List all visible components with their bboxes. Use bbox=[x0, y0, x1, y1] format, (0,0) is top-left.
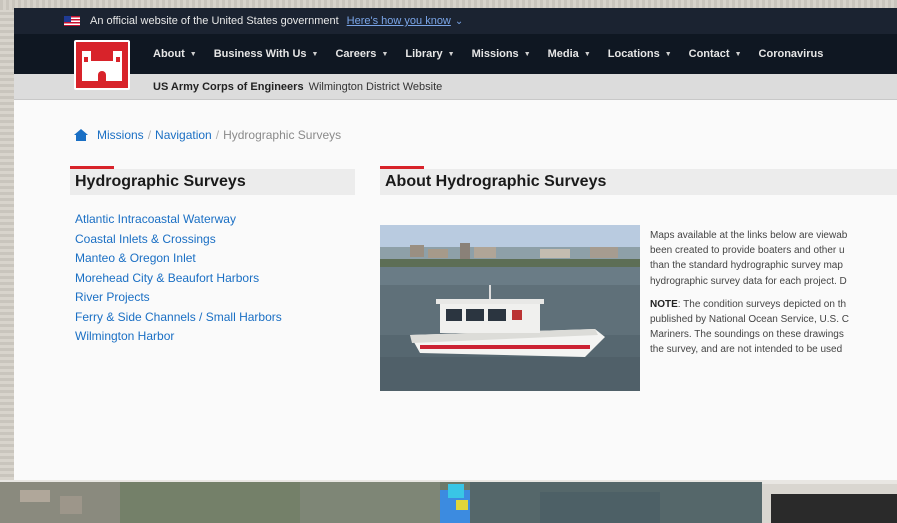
official-gov-banner: An official website of the United States… bbox=[14, 8, 897, 34]
site-identity-bar: US Army Corps of Engineers Wilmington Di… bbox=[14, 74, 897, 100]
gov-banner-text: An official website of the United States… bbox=[90, 15, 339, 27]
paragraph-line: Maps available at the links below are vi… bbox=[650, 230, 848, 241]
sidebar-link[interactable]: Ferry & Side Channels / Small Harbors bbox=[75, 308, 355, 328]
sidebar-link-list: Atlantic Intracoastal Waterway Coastal In… bbox=[70, 210, 355, 347]
nav-item-contact[interactable]: Contact ▼ bbox=[689, 48, 742, 60]
main-navigation: About ▼ Business With Us ▼ Careers ▼ Library ▼ M… bbox=[14, 34, 897, 74]
nav-item-business-with-us[interactable]: Business With Us ▼ bbox=[214, 48, 319, 60]
paragraph-line: than the standard hydrographic survey ma… bbox=[650, 260, 843, 272]
nav-item-missions[interactable]: Missions ▼ bbox=[472, 48, 531, 60]
sidebar-link[interactable]: Coastal Inlets & Crossings bbox=[75, 230, 355, 250]
browser-screen: An official website of the United States… bbox=[14, 8, 897, 480]
sidebar-link[interactable]: Morehead City & Beaufort Harbors bbox=[75, 269, 355, 289]
nav-item-label: Library bbox=[405, 48, 443, 60]
paragraph-line: the survey, and are not intended to be u… bbox=[650, 344, 843, 356]
note-paragraph: NOTE: The condition surveys depicted on … bbox=[650, 297, 897, 358]
caret-down-icon: ▼ bbox=[447, 50, 455, 58]
paragraph-line: hydrographic survey data for each projec… bbox=[650, 275, 847, 287]
us-flag-icon bbox=[64, 16, 80, 26]
survey-boat-photo bbox=[380, 225, 640, 391]
breadcrumb-separator: / bbox=[215, 128, 220, 142]
nav-item-about[interactable]: About ▼ bbox=[153, 48, 197, 60]
nav-item-label: Careers bbox=[335, 48, 377, 60]
district-name[interactable]: Wilmington District Website bbox=[309, 81, 443, 93]
heres-how-you-know-link[interactable]: Here's how you know bbox=[347, 15, 451, 27]
nav-item-label: Media bbox=[547, 48, 579, 60]
survey-map-image bbox=[0, 482, 762, 523]
note-label: NOTE bbox=[650, 298, 678, 310]
nav-item-label: Coronavirus bbox=[758, 48, 824, 60]
chevron-down-icon[interactable]: ⌄ bbox=[455, 16, 463, 27]
about-paragraph: Maps available at the links below are vi… bbox=[650, 228, 897, 289]
nav-item-label: Contact bbox=[688, 48, 730, 60]
caret-down-icon: ▼ bbox=[734, 50, 742, 58]
nav-item-locations[interactable]: Locations ▼ bbox=[608, 48, 672, 60]
sidebar-link[interactable]: Wilmington Harbor bbox=[75, 327, 355, 347]
paragraph-line: published by National Ocean Service, U.S… bbox=[650, 314, 849, 326]
nav-menu: About ▼ Business With Us ▼ Careers ▼ Library ▼ M… bbox=[153, 34, 840, 74]
breadcrumb: Missions / Navigation / Hydrographic Sur… bbox=[74, 128, 341, 142]
nav-item-coronavirus[interactable]: Coronavirus bbox=[759, 48, 824, 60]
sidebar-title: Hydrographic Surveys bbox=[70, 169, 355, 195]
sidebar-link[interactable]: Atlantic Intracoastal Waterway bbox=[75, 210, 355, 230]
caret-down-icon: ▼ bbox=[664, 50, 672, 58]
caret-down-icon: ▼ bbox=[381, 50, 389, 58]
nav-item-library[interactable]: Library ▼ bbox=[405, 48, 454, 60]
caret-down-icon: ▼ bbox=[523, 50, 531, 58]
breadcrumb-navigation[interactable]: Navigation bbox=[155, 128, 212, 142]
org-name[interactable]: US Army Corps of Engineers bbox=[153, 81, 304, 93]
nav-item-label: Locations bbox=[607, 48, 660, 60]
usace-castle-logo[interactable] bbox=[74, 40, 130, 90]
breadcrumb-missions[interactable]: Missions bbox=[97, 128, 144, 142]
nav-item-label: About bbox=[153, 48, 185, 60]
caret-down-icon: ▼ bbox=[311, 50, 319, 58]
nav-item-media[interactable]: Media ▼ bbox=[548, 48, 591, 60]
nav-item-careers[interactable]: Careers ▼ bbox=[335, 48, 388, 60]
caret-down-icon: ▼ bbox=[189, 50, 197, 58]
dark-panel bbox=[771, 494, 897, 523]
castle-icon bbox=[82, 49, 122, 81]
sidebar: Hydrographic Surveys Atlantic Intracoast… bbox=[70, 166, 355, 347]
paragraph-line: been created to provide boaters and othe… bbox=[650, 245, 845, 257]
nav-item-label: Business With Us bbox=[213, 48, 307, 60]
breadcrumb-separator: / bbox=[147, 128, 152, 142]
paragraph-line: Mariners. The soundings on these drawing… bbox=[650, 329, 844, 341]
caret-down-icon: ▼ bbox=[583, 50, 591, 58]
main-title: About Hydrographic Surveys bbox=[380, 169, 897, 195]
breadcrumb-current: Hydrographic Surveys bbox=[223, 128, 342, 142]
main-content: About Hydrographic Surveys bbox=[380, 166, 897, 195]
sidebar-link[interactable]: River Projects bbox=[75, 288, 355, 308]
about-body-text: Maps available at the links below are vi… bbox=[650, 228, 897, 366]
nav-item-label: Missions bbox=[471, 48, 519, 60]
home-icon[interactable] bbox=[74, 129, 88, 141]
paragraph-line: : The condition surveys depicted on th bbox=[677, 298, 847, 310]
sidebar-link[interactable]: Manteo & Oregon Inlet bbox=[75, 249, 355, 269]
